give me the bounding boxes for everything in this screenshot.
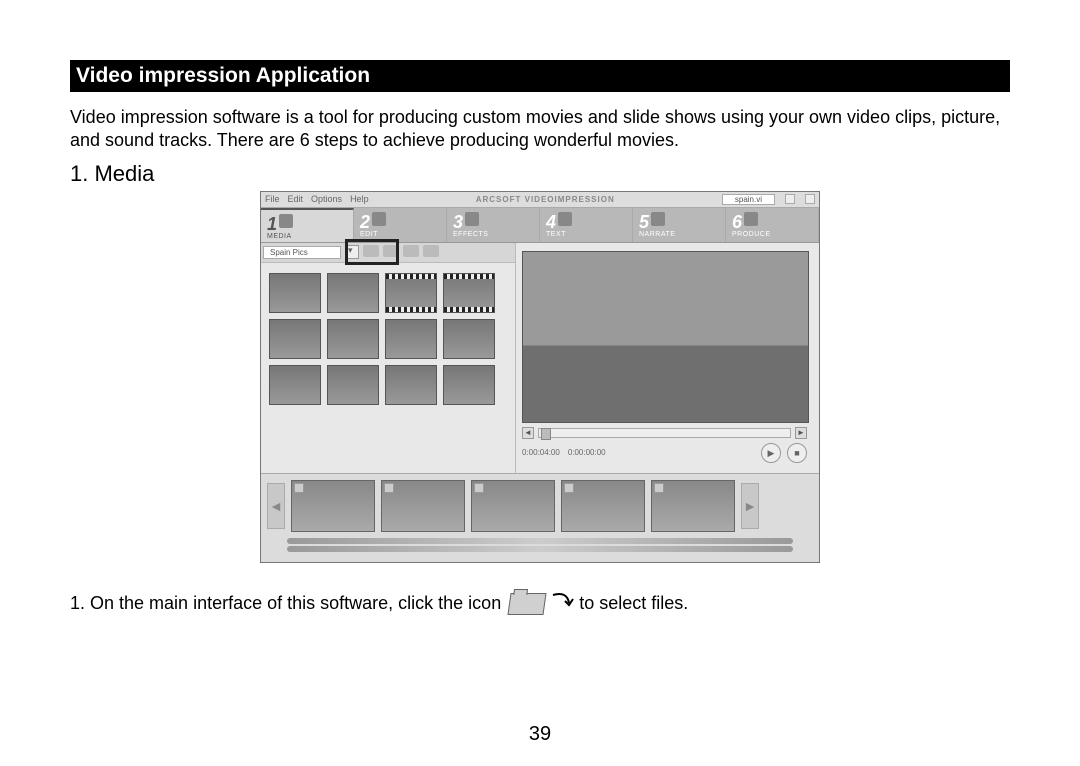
storyboard-clip[interactable] <box>471 480 555 532</box>
tab-narrate[interactable]: 5 NARRATE <box>633 208 726 242</box>
menu-edit[interactable]: Edit <box>288 194 304 204</box>
tab-label: MEDIA <box>267 233 347 240</box>
seek-back-button[interactable]: ◄ <box>522 427 534 439</box>
produce-icon <box>744 212 758 226</box>
instruction-text-pre: 1. On the main interface of this softwar… <box>70 593 501 614</box>
curved-arrow-icon <box>553 595 571 613</box>
seek-thumb[interactable] <box>541 428 551 440</box>
tab-label: NARRATE <box>639 231 719 238</box>
play-button[interactable]: ▶ <box>761 443 781 463</box>
thumbnail[interactable] <box>385 365 437 405</box>
tab-effects[interactable]: 3 EFFECTS <box>447 208 540 242</box>
video-preview[interactable] <box>522 251 809 423</box>
clip-marker-icon <box>474 483 484 493</box>
tab-number: 5 <box>639 212 649 233</box>
tab-number: 3 <box>453 212 463 233</box>
storyboard-prev[interactable]: ◄ <box>267 483 285 529</box>
thumbnail[interactable] <box>443 365 495 405</box>
thumbnail[interactable] <box>327 319 379 359</box>
storyboard-clip[interactable] <box>561 480 645 532</box>
storyboard-clip[interactable] <box>651 480 735 532</box>
media-pane: Spain Pics <box>261 243 516 473</box>
minimize-button[interactable] <box>785 194 795 204</box>
thumbnail[interactable] <box>269 273 321 313</box>
tab-label: EDIT <box>360 231 440 238</box>
menu-options[interactable]: Options <box>311 194 342 204</box>
tab-number: 1 <box>267 214 277 235</box>
section-title: Video impression Application <box>70 60 1010 92</box>
menubar: File Edit Options Help ARCSOFT VIDEOIMPR… <box>261 192 819 208</box>
text-icon <box>558 212 572 226</box>
clip-marker-icon <box>294 483 304 493</box>
instruction-line: 1. On the main interface of this softwar… <box>70 593 1010 615</box>
thumbnail[interactable] <box>327 273 379 313</box>
clip-marker-icon <box>654 483 664 493</box>
project-filename: spain.vi <box>722 194 775 205</box>
camera-icon[interactable] <box>403 245 419 257</box>
effects-icon <box>465 212 479 226</box>
stop-button[interactable]: ■ <box>787 443 807 463</box>
tab-number: 4 <box>546 212 556 233</box>
intro-paragraph: Video impression software is a tool for … <box>70 106 1010 153</box>
narrate-icon <box>651 212 665 226</box>
seek-track[interactable] <box>538 428 791 438</box>
timecode-position: 0:00:00:00 <box>568 448 606 457</box>
tab-number: 6 <box>732 212 742 233</box>
media-icon <box>279 214 293 228</box>
tab-media[interactable]: 1 MEDIA <box>261 208 354 242</box>
menu-help[interactable]: Help <box>350 194 369 204</box>
app-window: File Edit Options Help ARCSOFT VIDEOIMPR… <box>260 191 820 563</box>
thumbnail-grid <box>261 263 515 415</box>
album-name[interactable]: Spain Pics <box>263 246 341 259</box>
audio-track-bar[interactable] <box>287 546 793 552</box>
tab-label: TEXT <box>546 231 626 238</box>
instruction-text-post: to select files. <box>579 593 688 614</box>
step-heading: 1. Media <box>70 161 1010 187</box>
callout-highlight <box>345 239 399 265</box>
tab-label: PRODUCE <box>732 231 812 238</box>
seek-fwd-button[interactable]: ► <box>795 427 807 439</box>
step-tabs: 1 MEDIA 2 EDIT 3 EFFECTS 4 TEXT 5 NARRAT… <box>261 208 819 243</box>
thumbnail-video[interactable] <box>385 273 437 313</box>
scanner-icon[interactable] <box>423 245 439 257</box>
timecode-duration: 0:00:04:00 <box>522 448 560 457</box>
menu-file[interactable]: File <box>265 194 280 204</box>
thumbnail[interactable] <box>385 319 437 359</box>
thumbnail[interactable] <box>327 365 379 405</box>
audio-track-bar[interactable] <box>287 538 793 544</box>
thumbnail[interactable] <box>443 319 495 359</box>
clip-marker-icon <box>384 483 394 493</box>
app-brand: ARCSOFT VIDEOIMPRESSION <box>476 195 615 204</box>
thumbnail-video[interactable] <box>443 273 495 313</box>
storyboard: ◄ ► <box>261 473 819 562</box>
open-folder-icon <box>508 593 547 615</box>
storyboard-next[interactable]: ► <box>741 483 759 529</box>
tab-text[interactable]: 4 TEXT <box>540 208 633 242</box>
thumbnail[interactable] <box>269 365 321 405</box>
tab-produce[interactable]: 6 PRODUCE <box>726 208 819 242</box>
preview-pane: ◄ ► 0:00:04:00 0:00:00:00 ▶ ■ <box>516 243 819 473</box>
thumbnail[interactable] <box>269 319 321 359</box>
storyboard-clip[interactable] <box>381 480 465 532</box>
storyboard-clip[interactable] <box>291 480 375 532</box>
clip-marker-icon <box>564 483 574 493</box>
tab-label: EFFECTS <box>453 231 533 238</box>
tab-number: 2 <box>360 212 370 233</box>
close-button[interactable] <box>805 194 815 204</box>
edit-icon <box>372 212 386 226</box>
tab-edit[interactable]: 2 EDIT <box>354 208 447 242</box>
page-number: 39 <box>0 723 1080 746</box>
